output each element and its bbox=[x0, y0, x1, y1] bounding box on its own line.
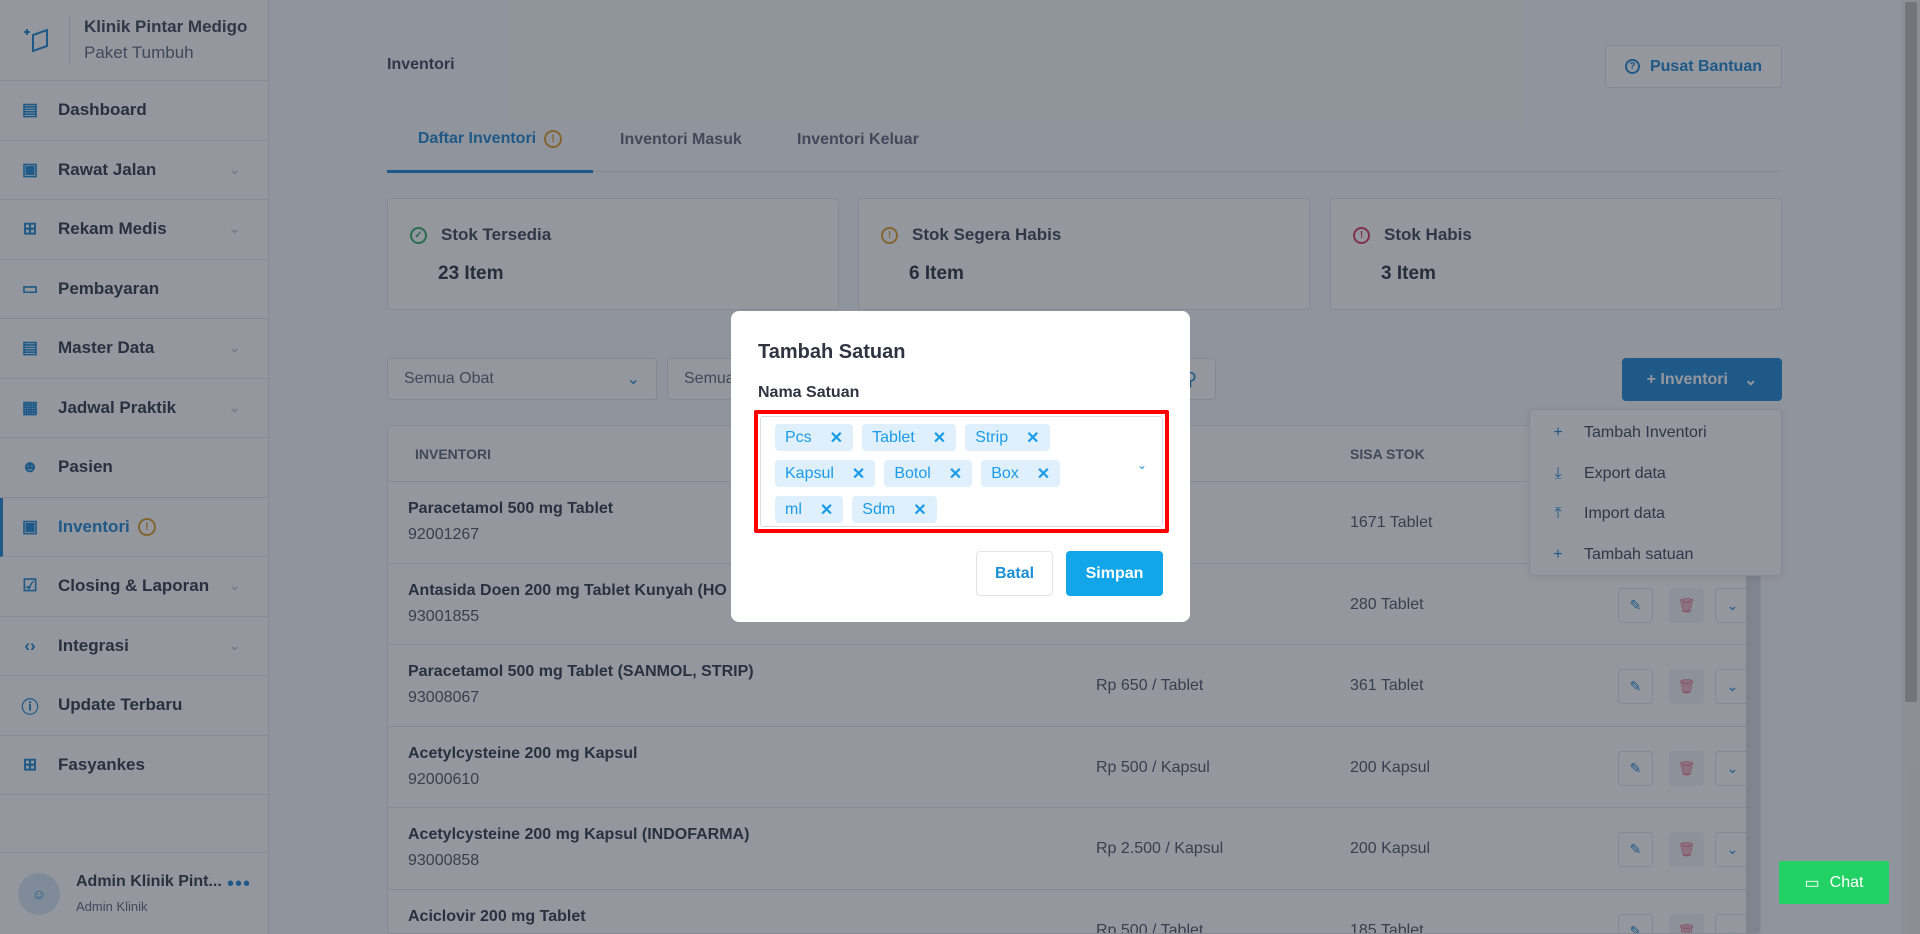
unit-chip: Sdm ✕ bbox=[852, 496, 937, 523]
modal-title: Tambah Satuan bbox=[758, 341, 906, 363]
unit-chip: Kapsul ✕ bbox=[775, 460, 876, 487]
unit-chip: Box ✕ bbox=[981, 460, 1061, 487]
unit-chip: Tablet ✕ bbox=[862, 424, 957, 451]
chat-icon: ▭ bbox=[1804, 874, 1820, 892]
unit-chip: Strip ✕ bbox=[965, 424, 1050, 451]
chip-label: Botol bbox=[894, 464, 931, 482]
chip-label: Box bbox=[991, 464, 1019, 482]
add-unit-modal: Tambah Satuan Nama Satuan Pcs ✕ Tablet ✕ Str… bbox=[731, 311, 1190, 622]
unit-chip: Pcs ✕ bbox=[775, 424, 854, 451]
chip-label: Tablet bbox=[872, 428, 915, 446]
remove-chip-icon[interactable]: ✕ bbox=[820, 500, 833, 520]
chevron-down-icon[interactable]: ⌄ bbox=[1137, 458, 1147, 472]
highlight-box: Pcs ✕ Tablet ✕ Strip ✕ Kapsul ✕ Botol ✕ Box ✕ ml ✕ Sdm… bbox=[754, 410, 1169, 533]
chip-label: ml bbox=[785, 500, 802, 518]
unit-chip: ml ✕ bbox=[775, 496, 844, 523]
remove-chip-icon[interactable]: ✕ bbox=[933, 428, 946, 448]
remove-chip-icon[interactable]: ✕ bbox=[913, 500, 926, 520]
remove-chip-icon[interactable]: ✕ bbox=[949, 464, 962, 484]
unit-multiselect[interactable]: Pcs ✕ Tablet ✕ Strip ✕ Kapsul ✕ Botol ✕ Box ✕ ml ✕ Sdm… bbox=[760, 416, 1163, 527]
field-label: Nama Satuan bbox=[758, 384, 860, 401]
cancel-button[interactable]: Batal bbox=[976, 551, 1053, 596]
chip-label: Sdm bbox=[862, 500, 896, 518]
unit-chip: Botol ✕ bbox=[884, 460, 973, 487]
chat-label: Chat bbox=[1829, 873, 1864, 891]
chip-label: Pcs bbox=[785, 428, 812, 446]
chip-label: Kapsul bbox=[785, 464, 834, 482]
remove-chip-icon[interactable]: ✕ bbox=[1037, 464, 1050, 484]
chat-button[interactable]: ▭ Chat bbox=[1779, 861, 1889, 904]
chip-label: Strip bbox=[975, 428, 1009, 446]
remove-chip-icon[interactable]: ✕ bbox=[852, 464, 865, 484]
save-button[interactable]: Simpan bbox=[1066, 551, 1163, 596]
remove-chip-icon[interactable]: ✕ bbox=[830, 428, 843, 448]
remove-chip-icon[interactable]: ✕ bbox=[1026, 428, 1039, 448]
